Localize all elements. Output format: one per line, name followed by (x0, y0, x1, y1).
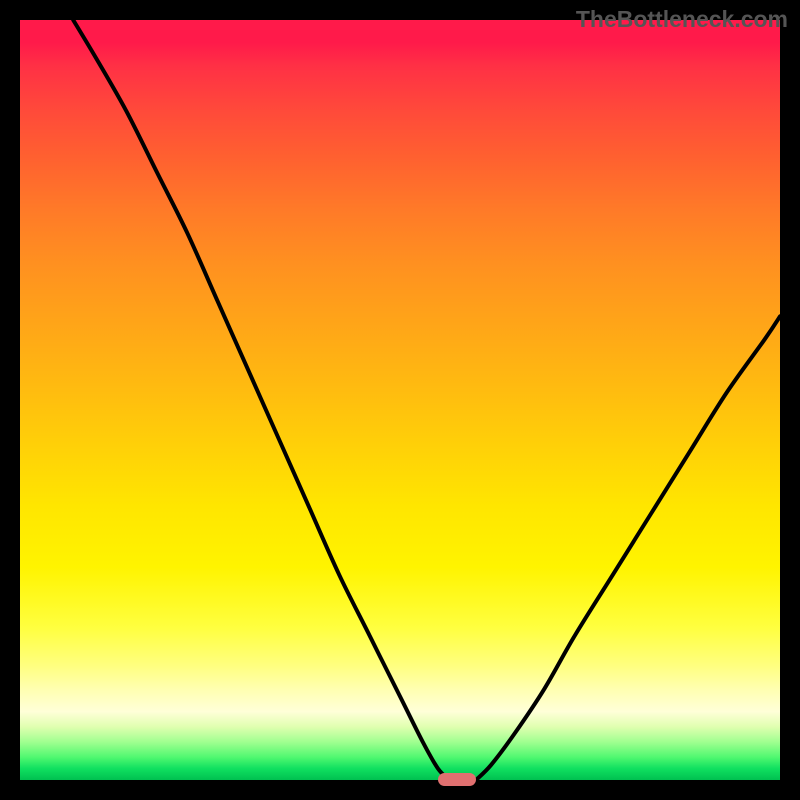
left-curve (73, 20, 449, 780)
bottleneck-marker (438, 773, 476, 786)
chart-container: TheBottleneck.com (0, 0, 800, 800)
plot-area (20, 20, 780, 780)
curve-svg (20, 20, 780, 780)
watermark-text: TheBottleneck.com (576, 6, 788, 33)
right-curve (476, 316, 780, 780)
